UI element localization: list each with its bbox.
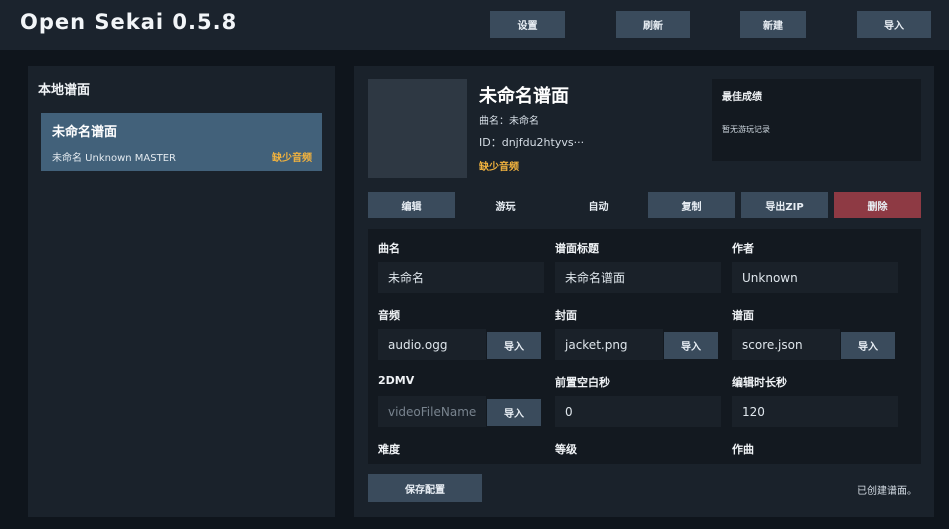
song-name-label: 曲名 — [378, 242, 400, 255]
best-score-title: 最佳成绩 — [722, 92, 762, 103]
play-button[interactable]: 游玩 — [462, 192, 549, 218]
new-button[interactable]: 新建 — [740, 11, 806, 38]
score-input[interactable]: score.json — [732, 329, 840, 360]
chart-item-meta: 未命名 Unknown MASTER — [52, 153, 176, 164]
cover-label: 封面 — [555, 309, 577, 322]
edit-button[interactable]: 编辑 — [368, 192, 455, 218]
audio-input[interactable]: audio.ogg — [378, 329, 486, 360]
chart-title: 未命名谱面 — [479, 86, 569, 107]
cover-import-button[interactable]: 导入 — [664, 332, 718, 359]
chart-item-title: 未命名谱面 — [52, 125, 118, 140]
refresh-button[interactable]: 刷新 — [616, 11, 690, 38]
local-charts-title: 本地谱面 — [38, 83, 91, 98]
auto-button[interactable]: 自动 — [555, 192, 642, 218]
chart-list-item[interactable]: 未命名谱面 未命名 Unknown MASTER 缺少音频 — [41, 113, 322, 171]
edit-length-label: 编辑时长秒 — [732, 376, 787, 389]
author-label: 作者 — [732, 242, 754, 255]
chart-title-label: 谱面标题 — [555, 242, 599, 255]
score-label: 谱面 — [732, 309, 754, 322]
export-zip-button[interactable]: 导出ZIP — [741, 192, 828, 218]
score-import-button[interactable]: 导入 — [841, 332, 895, 359]
dmv-label: 2DMV — [378, 374, 415, 387]
best-score-empty: 暂无游玩记录 — [722, 125, 770, 134]
lead-in-label: 前置空白秒 — [555, 376, 610, 389]
song-name-input[interactable]: 未命名 — [378, 262, 544, 293]
audio-import-button[interactable]: 导入 — [487, 332, 541, 359]
save-config-button[interactable]: 保存配置 — [368, 474, 482, 502]
settings-button[interactable]: 设置 — [490, 11, 565, 38]
status-message: 已创建谱面。 — [857, 486, 917, 497]
audio-label: 音频 — [378, 309, 400, 322]
composer-label: 作曲 — [732, 443, 754, 456]
cover-input[interactable]: jacket.png — [555, 329, 663, 360]
dmv-input[interactable]: videoFileName — [378, 396, 486, 427]
top-bar: Open Sekai 0.5.8 设置 刷新 新建 导入 — [0, 0, 949, 50]
level-label: 等级 — [555, 443, 577, 456]
lead-in-input[interactable]: 0 — [555, 396, 721, 427]
chart-id: ID：dnjfdu2htyvs··· — [479, 136, 585, 149]
app-title: Open Sekai 0.5.8 — [20, 10, 238, 34]
chart-warning: 缺少音频 — [479, 162, 519, 173]
chart-item-warning: 缺少音频 — [272, 153, 312, 164]
delete-button[interactable]: 删除 — [834, 192, 921, 218]
chart-title-input[interactable]: 未命名谱面 — [555, 262, 721, 293]
edit-length-input[interactable]: 120 — [732, 396, 898, 427]
best-score-box: 最佳成绩 暂无游玩记录 — [712, 79, 921, 161]
copy-button[interactable]: 复制 — [648, 192, 735, 218]
chart-song-name: 曲名：未命名 — [479, 116, 539, 127]
difficulty-label: 难度 — [378, 443, 400, 456]
cover-image — [368, 79, 467, 178]
dmv-import-button[interactable]: 导入 — [487, 399, 541, 426]
import-button[interactable]: 导入 — [857, 11, 931, 38]
author-input[interactable]: Unknown — [732, 262, 898, 293]
